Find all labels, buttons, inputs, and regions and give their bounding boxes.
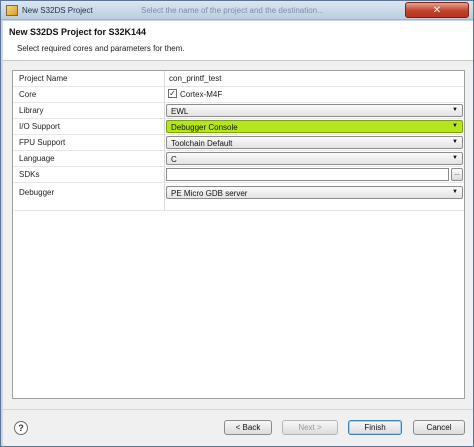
chevron-down-icon: ▼	[452, 123, 458, 129]
language-value: C	[171, 155, 177, 164]
debugger-select[interactable]: PE Micro GDB server ▼	[166, 186, 463, 199]
window-title: New S32DS Project	[22, 6, 93, 15]
chevron-down-icon: ▼	[452, 189, 458, 195]
finish-button[interactable]: Finish	[348, 420, 402, 435]
cancel-button[interactable]: Cancel	[413, 420, 465, 435]
project-name-value[interactable]: con_printf_test	[169, 74, 221, 83]
help-icon[interactable]: ?	[14, 421, 28, 435]
language-label: Language	[19, 154, 55, 163]
debugger-value: PE Micro GDB server	[171, 189, 248, 198]
sdks-input[interactable]	[166, 168, 449, 181]
close-icon: ✕	[432, 4, 442, 16]
background-window-text: Select the name of the project and the d…	[141, 6, 324, 15]
project-name-label: Project Name	[19, 74, 68, 83]
library-value: EWL	[171, 107, 189, 116]
row-library: Library EWL ▼	[13, 103, 464, 118]
row-core: Core ✓ Cortex-M4F	[13, 87, 464, 102]
row-divider	[13, 210, 464, 211]
sdks-label: SDKs	[19, 170, 40, 179]
fpu-support-select[interactable]: Toolchain Default ▼	[166, 136, 463, 149]
next-button[interactable]: Next >	[282, 420, 338, 435]
parameters-panel: Project Name con_printf_test Core ✓ Cort…	[12, 70, 465, 399]
dialog-body: New S32DS Project for S32K144 Select req…	[3, 21, 473, 446]
row-sdks: SDKs ...	[13, 167, 464, 182]
core-option-label: Cortex-M4F	[180, 90, 223, 99]
dialog-window: New S32DS Project Select the name of the…	[0, 0, 474, 447]
title-bar[interactable]: New S32DS Project Select the name of the…	[1, 1, 473, 20]
fpu-support-value: Toolchain Default	[171, 139, 233, 148]
row-debugger: Debugger PE Micro GDB server ▼	[13, 185, 464, 200]
row-divider	[13, 182, 464, 183]
library-select[interactable]: EWL ▼	[166, 104, 463, 117]
row-language: Language C ▼	[13, 151, 464, 166]
chevron-down-icon: ▼	[452, 139, 458, 145]
app-icon	[6, 5, 18, 16]
fpu-support-label: FPU Support	[19, 138, 66, 147]
io-support-value: Debugger Console	[171, 123, 238, 132]
close-button[interactable]: ✕	[405, 2, 469, 18]
back-button[interactable]: < Back	[224, 420, 272, 435]
wizard-description: Select required cores and parameters for…	[17, 44, 185, 53]
wizard-title: New S32DS Project for S32K144	[9, 27, 147, 37]
language-select[interactable]: C ▼	[166, 152, 463, 165]
chevron-down-icon: ▼	[452, 155, 458, 161]
wizard-header: New S32DS Project for S32K144 Select req…	[3, 21, 473, 61]
io-support-select[interactable]: Debugger Console ▼	[166, 120, 463, 133]
row-io-support: I/O Support Debugger Console ▼	[13, 119, 464, 134]
chevron-down-icon: ▼	[452, 107, 458, 113]
io-support-label: I/O Support	[19, 122, 60, 131]
footer-separator	[3, 409, 473, 410]
sdks-browse-button[interactable]: ...	[451, 168, 463, 181]
debugger-label: Debugger	[19, 188, 55, 197]
row-fpu-support: FPU Support Toolchain Default ▼	[13, 135, 464, 150]
row-project-name: Project Name con_printf_test	[13, 71, 464, 86]
core-checkbox[interactable]: ✓	[168, 89, 177, 98]
core-label: Core	[19, 90, 37, 99]
library-label: Library	[19, 106, 44, 115]
